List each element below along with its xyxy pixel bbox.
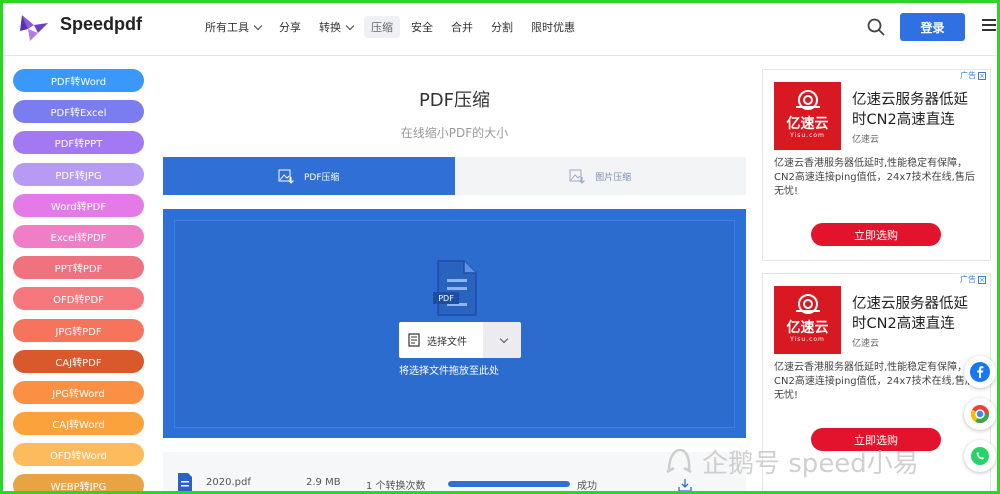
ad-tag[interactable]: 广告 × xyxy=(960,274,986,285)
chrome-icon[interactable] xyxy=(964,398,996,430)
conversion-count: 1 个转换次数 xyxy=(366,481,426,492)
tab-pdf-compress[interactable]: PDF压缩 xyxy=(163,157,455,195)
hamburger-menu-icon[interactable] xyxy=(982,19,996,33)
search-icon[interactable] xyxy=(866,17,886,37)
chevron-down-icon xyxy=(345,21,355,30)
nav-convert[interactable]: 转换 xyxy=(312,16,360,38)
login-button[interactable]: 登录 xyxy=(900,13,965,41)
image-upload-icon xyxy=(278,169,294,184)
page-subtitle: 在线缩小PDF的大小 xyxy=(400,126,509,140)
ad-buy-button[interactable]: 立即选购 xyxy=(811,223,941,246)
conversion-status: 成功 xyxy=(577,481,597,492)
nav-merge[interactable]: 合并 xyxy=(444,16,480,38)
select-source-dropdown[interactable] xyxy=(483,322,521,358)
penguin-watermark-icon xyxy=(666,448,692,474)
image-upload-icon xyxy=(569,169,586,184)
close-icon[interactable]: × xyxy=(978,71,986,80)
select-file-main[interactable]: 选择文件 xyxy=(399,322,483,358)
ad-brand: 亿速云 xyxy=(852,339,880,349)
tab-image-compress[interactable]: 图片压缩 xyxy=(454,157,746,195)
nav-split[interactable]: 分割 xyxy=(484,16,520,38)
file-size: 2.9 MB xyxy=(306,477,341,488)
main-nav: 所有工具 分享 转换 压缩 安全 合并 分割 限时优惠 xyxy=(198,16,582,38)
select-file-button[interactable]: 选择文件 xyxy=(399,322,521,358)
sidebar-tool-button[interactable]: PDF转PPT xyxy=(13,131,144,155)
ad-brand: 亿速云 xyxy=(852,135,880,145)
whatsapp-icon[interactable] xyxy=(964,440,996,472)
sidebar-tool-button[interactable]: WEBP转JPG xyxy=(13,474,144,494)
select-file-label: 选择文件 xyxy=(427,336,467,348)
nav-all-tools[interactable]: 所有工具 xyxy=(198,16,268,38)
sidebar-tool-button[interactable]: OFD转PDF xyxy=(13,287,144,311)
tab-label: PDF压缩 xyxy=(303,172,340,183)
nav-label: 压缩 xyxy=(371,21,393,34)
sidebar-tool-button[interactable]: JPG转Word xyxy=(13,380,144,404)
file-icon xyxy=(408,333,420,347)
compress-tabs: PDF压缩 图片压缩 xyxy=(163,157,746,195)
sidebar-tool-button[interactable]: CAJ转PDF xyxy=(13,349,144,373)
ad-logo-text: 亿速云 xyxy=(786,116,829,132)
chevron-down-icon xyxy=(499,334,508,343)
nav-label: 所有工具 xyxy=(205,21,249,34)
chevron-down-icon xyxy=(253,21,263,30)
sidebar-tool-button[interactable]: Word转PDF xyxy=(13,193,144,217)
conversion-progress xyxy=(448,481,570,487)
nav-limited-offer[interactable]: 限时优惠 xyxy=(524,16,582,38)
ad-description: 亿速云香港服务器低延时,性能稳定有保障，CN2高速连接ping值低，24x7技术… xyxy=(774,362,975,401)
download-icon[interactable] xyxy=(678,478,692,492)
sidebar-tool-button[interactable]: JPG转PDF xyxy=(13,318,144,342)
nav-security[interactable]: 安全 xyxy=(404,16,440,38)
sidebar-tool-button[interactable]: PPT转PDF xyxy=(13,256,144,280)
brand-name[interactable]: Speedpdf xyxy=(60,14,142,35)
pdf-icon-label: PDF xyxy=(438,294,454,303)
sidebar-tool-button[interactable]: OFD转Word xyxy=(13,443,144,467)
file-name: 2020.pdf xyxy=(206,477,251,488)
ad-card[interactable]: 广告 × 亿速云 Yisu.com 亿速云服务器低延时CN2高速直连 亿速云 亿速… xyxy=(762,69,991,261)
speedpdf-logo-icon[interactable] xyxy=(18,11,50,43)
progress-fill xyxy=(448,481,570,487)
ad-logo[interactable]: 亿速云 Yisu.com xyxy=(774,286,841,354)
sidebar-tool-button[interactable]: Excel转PDF xyxy=(13,224,144,248)
nav-label: 安全 xyxy=(411,21,433,34)
sidebar-tool-button[interactable]: CAJ转Word xyxy=(13,412,144,436)
close-icon[interactable]: × xyxy=(978,275,986,284)
sidebar-tool-button[interactable]: PDF转JPG xyxy=(13,162,144,186)
nav-label: 分享 xyxy=(279,21,301,34)
facebook-icon[interactable] xyxy=(964,356,996,388)
cloud-icon xyxy=(795,294,820,314)
ad-logo-text: 亿速云 xyxy=(786,320,829,336)
sidebar-tool-button[interactable]: PDF转Word xyxy=(13,69,144,92)
page-title: PDF压缩 xyxy=(418,90,491,111)
nav-label: 限时优惠 xyxy=(531,21,575,34)
ad-logo-domain: Yisu.com xyxy=(790,132,825,139)
ad-description: 亿速云香港服务器低延时,性能稳定有保障，CN2高速连接ping值低，24x7技术… xyxy=(774,158,975,197)
ad-headline[interactable]: 亿速云服务器低延时CN2高速直连 xyxy=(852,294,982,334)
pdf-file-icon xyxy=(178,473,192,494)
ad-logo[interactable]: 亿速云 Yisu.com xyxy=(774,82,841,150)
ad-tag-label: 广告 xyxy=(960,71,976,80)
drag-hint: 将选择文件拖放至此处 xyxy=(399,366,499,377)
ad-tag[interactable]: 广告 × xyxy=(960,70,986,81)
nav-label: 转换 xyxy=(319,21,341,34)
watermark-text: 企鹅号 speed小易 xyxy=(702,449,919,479)
ad-headline[interactable]: 亿速云服务器低延时CN2高速直连 xyxy=(852,90,982,130)
tab-label: 图片压缩 xyxy=(595,172,632,183)
sidebar-tool-button[interactable]: PDF转Excel xyxy=(13,100,144,124)
ad-tag-label: 广告 xyxy=(960,275,976,284)
tool-sidebar: PDF转Word PDF转Excel PDF转PPT PDF转JPG Word转PDF E… xyxy=(13,69,144,494)
ad-logo-domain: Yisu.com xyxy=(790,336,825,343)
nav-label: 合并 xyxy=(451,21,473,34)
top-header: Speedpdf 所有工具 分享 转换 压缩 安全 合并 分割 限时优惠 登录 xyxy=(0,0,1000,56)
nav-share[interactable]: 分享 xyxy=(272,16,308,38)
nav-label: 分割 xyxy=(491,21,513,34)
cloud-icon xyxy=(795,90,820,110)
pdf-file-icon: PDF xyxy=(433,260,477,316)
nav-compress[interactable]: 压缩 xyxy=(364,16,400,38)
